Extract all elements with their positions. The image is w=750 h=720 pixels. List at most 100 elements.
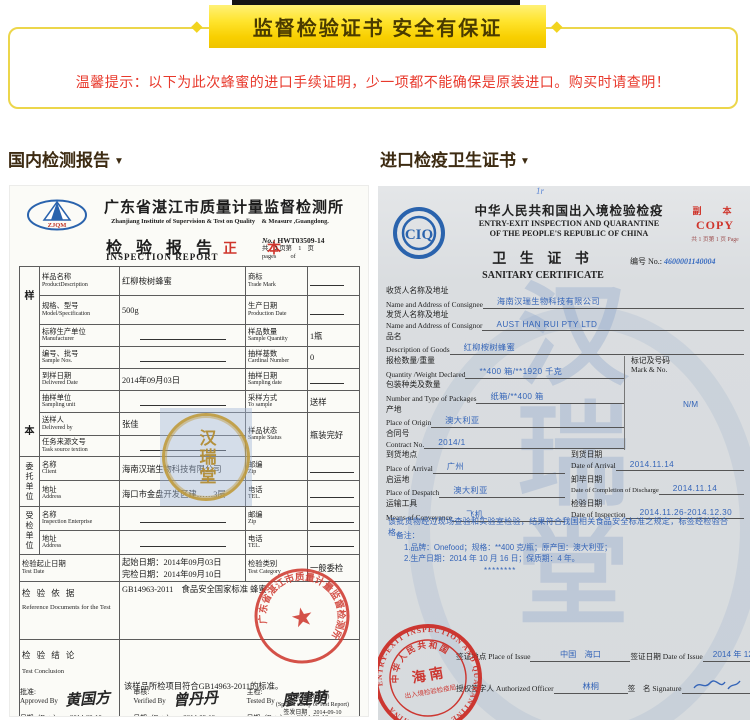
report-pages-en: pages of [262,253,364,261]
field-label-cn: 报检数量/重量 [386,356,624,365]
blank-line [140,538,226,547]
field-label-en: Model/Specification [42,311,117,318]
field-label-en: Cardinal Number [248,358,305,365]
field-value: 纸箱/**400 箱 [476,390,624,404]
field-value: 2014.11.14 [616,460,744,471]
field-label-en: Task source textion [42,447,117,454]
field-value: 送样 [308,391,360,413]
quantity-mark-zone: 报检数量/重量 Quantity /Weight Declared**400 箱… [386,356,744,450]
sig-role-en: Tested By [247,697,275,705]
banner-title: 监督检验证书 安全有保证 [253,12,503,41]
report-number-block: No.: HWT03509-14 共 2 页第 1 页 pages of [262,236,364,260]
section-title-label: 进口检疫卫生证书 [380,151,516,170]
table-row: 到样日期Delivered Date 2014年09月03日 抽样日期Sampl… [20,369,360,391]
signature-label: 签 名 Signature [628,683,682,694]
certificate-no-value: 4600001140004 [664,257,716,266]
zjqm-logo-label: ZJQM [48,222,67,229]
field-label-en: Manufacturer [42,336,117,343]
certificate-number: 编号 No.: 4600001140004 [630,256,716,267]
field-label-cn: 收货人名称及地址 [386,286,744,295]
field-label-en: Place of Origin [386,418,431,428]
signature-verified: 审核:Verified By 曾丹丹 日期（Date）2014-09-10 [133,688,246,716]
authority-name-en2: OF THE PEOPLE'S REPUBLIC OF CHINA [450,229,688,239]
field-label-en: Mark & No. [631,365,744,375]
domestic-inspection-report: 汉瑞堂 ZJQM 广东省湛江市质量计量监督检测所 Zhanjiang Insti… [10,186,368,716]
field-label-en: ProductDescription [42,282,117,289]
remarks-block: 备注： 1.品牌：Onefood；规格：**400 克/瓶；原产国：澳大利亚； … [396,530,736,577]
chevron-down-icon: ▼ [520,156,530,167]
field-label-cn: 样品数量 [248,328,305,337]
field-label-cn: 标记及号码 [631,356,744,365]
blank-line [310,538,354,547]
field-label-en: Zip [248,519,305,526]
signature-tested: 主检:Tested By 廖建萌 日期（Date）2014-09-10 [247,688,360,716]
certificate-fields: 收货人名称及地址 Name and Address of Consignee海南… [386,286,744,523]
field-label-en: Client [42,469,117,476]
field-value: 完检日期：2014年09月10日 [122,568,243,580]
inspected-group-label: 受检单位 [20,507,40,555]
section-title-import-certificate[interactable]: 进口检疫卫生证书 ▼ [380,146,530,171]
field-value: 2014.11.14 [659,484,744,495]
section-title-domestic-report[interactable]: 国内检测报告▼ [8,146,124,171]
table-row: 受检单位 名称Inspection Enterprise 邮编Zip [20,507,360,531]
field-label-cn: 规格、型号 [42,302,117,311]
sig-role-cn: 审核: [133,688,149,696]
quarantine-stamp-icon: ENTRY-EXIT INSPECTION AND QUARANTINE OF … [378,613,493,720]
blank-line [310,277,344,286]
field-label-en: Place of Despatch [386,488,439,498]
copy-mark-en: COPY [684,218,746,233]
blank-line [310,464,354,473]
field-value: 500g [120,296,246,325]
field-label-en: Description of Goods [386,345,450,355]
field-value: 广州 [433,460,565,474]
issue-row: 签证地点 Place of Issue 中国 海口 签证日期 Date of I… [456,648,750,662]
certificate-body: 1r CIQ 中华人民共和国出入境检验检疫 ENTRY-EXIT INSPECT… [378,186,750,720]
remark-line: 1.品牌：Onefood；规格：**400 克/瓶；原产国：澳大利亚； [404,542,736,554]
field-label-en: Sampling unit [42,402,117,409]
field-label-en: TEL. [248,543,305,550]
copy-mark-block: 副 本 COPY 共 1 页第 1 页 Page [684,204,746,243]
table-row: 标称生产单位Manufacturer 样品数量Sample Quantity 1… [20,325,360,347]
officer-row: 授权签字人 Authorized Officer 林桐 签 名 Signatur… [456,678,750,694]
field-label-en: Date of Completion of Discharge [571,487,659,496]
page-annotation: 1r [536,186,544,196]
client-group-label: 委托单位 [20,457,40,507]
blank-line [140,514,226,523]
quantity-zone-left: 报检数量/重量 Quantity /Weight Declared**400 箱… [386,356,624,450]
institute-name: 广东省湛江市质量计量监督检测所 [88,196,360,217]
field-label-cn: 电话 [248,535,305,544]
issue-place-value: 中国 海口 [530,648,630,662]
certificate-title-en: SANITARY CERTIFICATE [448,270,638,281]
field-packages: 包装种类及数量 Number and Type of Packages纸箱/**… [386,380,624,403]
field-label-en: Sample Quantity [248,336,305,343]
field-label-en: Reference Documents for the Test [22,604,117,611]
field-label-cn: 生产日期 [248,302,305,311]
field-label-en: Delivered by [42,425,117,432]
ciq-logo-label: CIQ [405,227,434,243]
field-label-en: Sampling date [248,380,305,387]
report-title-en: INSPECTION REPORT [106,252,218,262]
blank-line [310,514,354,523]
certificate-title-cn: 卫 生 证 书 [448,248,638,268]
field-discharge: 卸毕日期 Date of Completion of Discharge2014… [565,475,744,498]
blank-line [310,306,344,315]
field-label-en: Test Date [22,569,117,576]
field-label-cn: 编号、批号 [42,350,117,359]
mark-no-box: 标记及号码 Mark & No. N/M [624,356,744,450]
field-label-en: Name and Address of Consignee [386,300,483,310]
stamp-center-text: 海 南 [411,664,445,686]
field-label-cn: 地址 [42,535,117,544]
field-value: 2014年09月03日 [120,369,246,391]
field-label-en: Name and Address of Consignor [386,321,482,331]
banner: 监督检验证书 安全有保证 [209,5,546,48]
field-label-cn: 到货日期 [571,450,744,459]
field-label-cn: 任务来源文号 [42,438,117,447]
field-label-en: Address [42,543,117,550]
field-value: 红柳桉树蜂蜜 [450,341,744,355]
field-label-cn: 地址 [42,486,117,495]
blank-line [310,489,354,498]
certificate-no-label: 编号 No.: [630,257,662,266]
field-label-cn: 卸毕日期 [571,475,744,484]
remark-line: 2.生产日期：2014 年 10 月 16 日；保质期：4 年。 [404,553,736,565]
copy-mark-cn: 副 本 [684,204,746,217]
